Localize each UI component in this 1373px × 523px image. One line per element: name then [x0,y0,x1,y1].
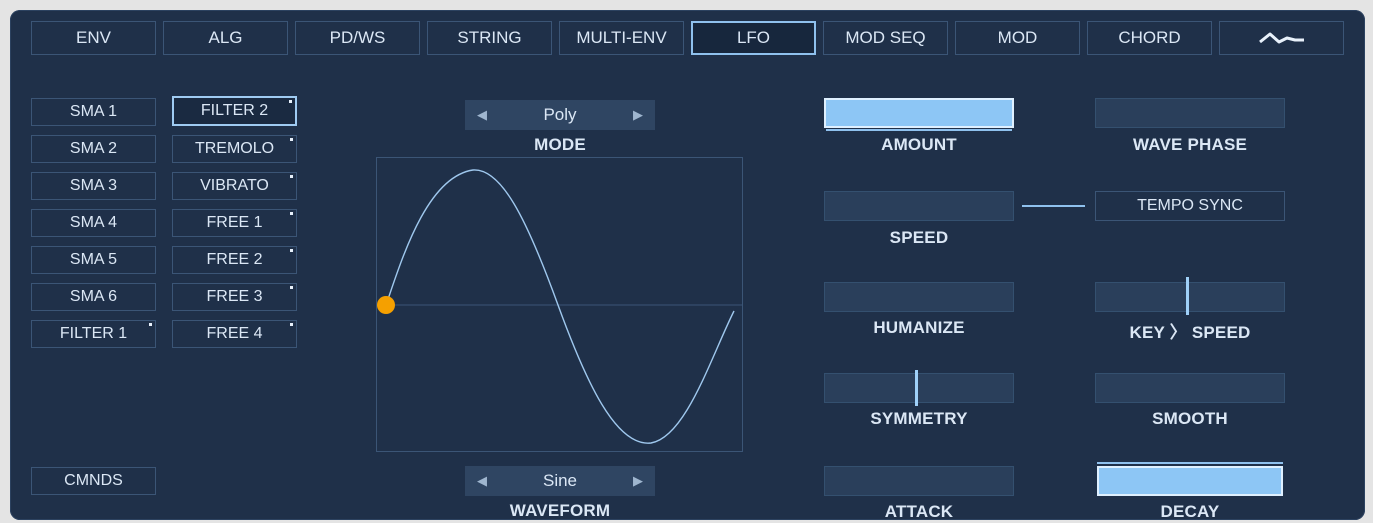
attack-control[interactable] [824,466,1014,496]
tab-mod[interactable]: MOD [955,21,1080,55]
mode-label: MODE [534,135,586,154]
tab-chord[interactable]: CHORD [1087,21,1212,55]
modified-dot [290,249,293,252]
source-sma-4[interactable]: SMA 4 [31,209,156,237]
modified-dot [290,286,293,289]
tempo-sync-button[interactable]: TEMPO SYNC [1095,191,1285,221]
humanize-label: HUMANIZE [873,318,965,337]
source-sma-1[interactable]: SMA 1 [31,98,156,126]
amount-control[interactable] [824,98,1014,128]
symmetry-label: SYMMETRY [870,409,968,428]
humanize-control[interactable] [824,282,1014,312]
source-sma-3[interactable]: SMA 3 [31,172,156,200]
source-label: FREE 2 [206,251,263,268]
source-label: FREE 3 [206,288,263,305]
decay-control[interactable] [1097,466,1283,496]
symmetry-control[interactable] [824,370,1014,406]
key-speed-label: KEY 〉 SPEED [1129,323,1251,342]
source-tremolo[interactable]: TREMOLO [172,135,297,163]
waveform-label: WAVEFORM [509,501,611,520]
waveform-selector[interactable]: ◀ Sine ▶ [465,466,655,496]
prev-arrow-icon[interactable]: ◀ [477,473,487,489]
source-label: FREE 4 [206,325,263,342]
amount-underline [826,129,1012,131]
lfo-waveform-display [376,157,743,452]
speed-sync-link [1022,205,1085,207]
modified-dot [290,323,293,326]
source-free-3[interactable]: FREE 3 [172,283,297,311]
source-vibrato[interactable]: VIBRATO [172,172,297,200]
key-speed-indicator [1186,277,1189,315]
source-free-1[interactable]: FREE 1 [172,209,297,237]
source-free-2[interactable]: FREE 2 [172,246,297,274]
source-filter-1[interactable]: FILTER 1 [31,320,156,348]
tab-wave[interactable] [1219,21,1344,55]
modified-dot [290,175,293,178]
speed-control[interactable] [824,191,1014,221]
source-label: FILTER 1 [59,325,128,342]
next-arrow-icon[interactable]: ▶ [633,107,643,123]
smooth-label: SMOOTH [1152,409,1228,428]
mode-selector[interactable]: ◀ Poly ▶ [465,100,655,130]
tab-mod-seq[interactable]: MOD SEQ [823,21,948,55]
prev-arrow-icon[interactable]: ◀ [477,107,487,123]
source-sma-5[interactable]: SMA 5 [31,246,156,274]
mode-value: Poly [543,105,577,124]
wave-phase-control[interactable] [1095,98,1285,128]
source-label: VIBRATO [200,177,269,194]
attack-label: ATTACK [884,502,954,521]
modified-dot [149,323,152,326]
wave-phase-label: WAVE PHASE [1132,135,1248,154]
decay-overline [1097,462,1283,464]
tab-string[interactable]: STRING [427,21,552,55]
modified-dot [290,212,293,215]
source-sma-2[interactable]: SMA 2 [31,135,156,163]
smooth-control[interactable] [1095,373,1285,403]
tab-env[interactable]: ENV [31,21,156,55]
source-label: FILTER 2 [200,102,269,119]
tab-alg[interactable]: ALG [163,21,288,55]
key-speed-control[interactable] [1095,277,1285,315]
source-label: TREMOLO [194,140,275,157]
modified-dot [289,100,292,103]
lfo-wave-curve [385,169,735,444]
source-free-4[interactable]: FREE 4 [172,320,297,348]
source-filter-2[interactable]: FILTER 2 [172,96,297,126]
next-arrow-icon[interactable]: ▶ [633,473,643,489]
waveform-icon [1258,32,1304,44]
tab-lfo[interactable]: LFO [691,21,816,55]
decay-label: DECAY [1160,502,1220,521]
source-label: FREE 1 [206,214,263,231]
symmetry-indicator [915,370,918,406]
source-sma-6[interactable]: SMA 6 [31,283,156,311]
tab-pdws[interactable]: PD/WS [295,21,420,55]
cmnds-button[interactable]: CMNDS [31,467,156,495]
phase-dot [377,296,395,314]
waveform-value: Sine [542,471,578,490]
speed-label: SPEED [889,228,949,247]
amount-label: AMOUNT [881,135,957,154]
tab-multi-env[interactable]: MULTI-ENV [559,21,684,55]
modified-dot [290,138,293,141]
